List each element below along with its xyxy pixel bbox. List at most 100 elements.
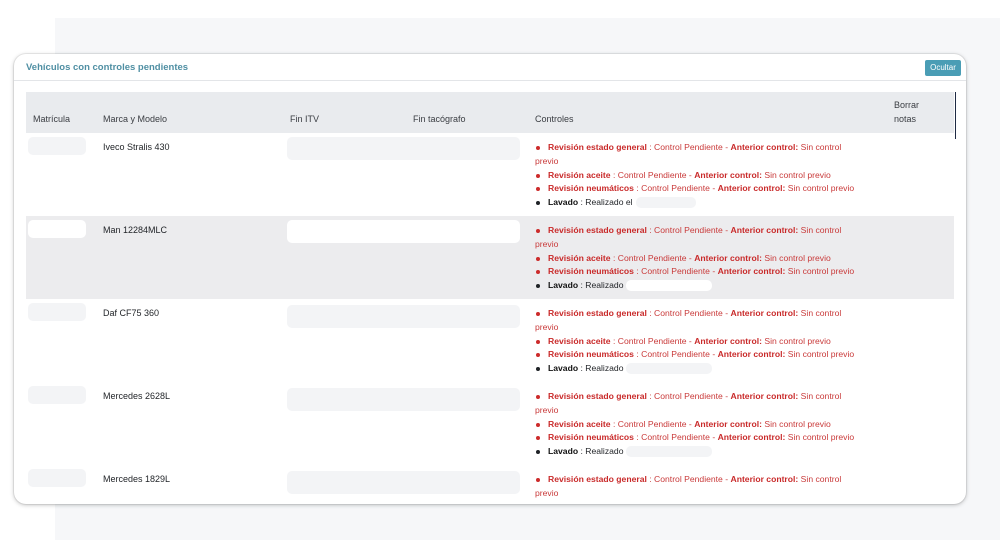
control-item: Revisión estado general : Control Pendie… — [535, 141, 885, 155]
control-wrap-text: previo — [535, 404, 559, 415]
pending-controls-card: Vehículos con controles pendientes Ocult… — [14, 54, 966, 504]
table-row[interactable]: Iveco Stralis 430 Revisión estado genera… — [26, 133, 954, 217]
header-controls[interactable]: Controles — [535, 113, 574, 126]
previous-control-value: Sin control previo — [764, 252, 831, 263]
control-status: : Control Pendiente - — [612, 335, 692, 346]
bullet-icon — [536, 229, 540, 233]
control-label: Revisión neumáticos — [548, 266, 634, 277]
header-delete-notes-line1[interactable]: Borrar — [894, 99, 919, 112]
table-row[interactable]: Daf CF75 360 Revisión estado general : C… — [26, 299, 954, 383]
bullet-icon — [536, 256, 540, 261]
bullet-icon — [536, 422, 540, 427]
bullet-icon — [536, 187, 540, 192]
previous-control-value: Sin control — [800, 391, 842, 401]
wash-label: Lavado — [548, 280, 579, 291]
bullet-icon — [536, 395, 540, 399]
control-status: : Control Pendiente - — [649, 474, 729, 484]
previous-control-label: Anterior control: — [717, 432, 786, 443]
controls-list: Revisión estado general : Control Pendie… — [535, 473, 885, 501]
control-item: Revisión aceite : Control Pendiente - An… — [535, 252, 885, 266]
card-header: Vehículos con controles pendientes Ocult… — [14, 54, 966, 81]
hide-button[interactable]: Ocultar — [925, 60, 961, 76]
scrollbar-thumb[interactable] — [955, 92, 956, 139]
header-delete-notes-line2[interactable]: notas — [894, 113, 916, 126]
control-status: : Control Pendiente - — [612, 418, 692, 429]
control-label: Revisión estado general — [548, 474, 647, 484]
control-label: Revisión neumáticos — [548, 432, 634, 443]
control-item: Revisión estado general : Control Pendie… — [535, 390, 885, 404]
plate-placeholder — [28, 303, 86, 321]
control-item: Revisión neumáticos : Control Pendiente … — [535, 431, 885, 445]
previous-control-value: Sin control — [800, 474, 842, 484]
bullet-icon — [536, 146, 540, 150]
control-item: Revisión aceite : Control Pendiente - An… — [535, 335, 885, 349]
vehicle-model: Daf CF75 360 — [103, 308, 160, 318]
wash-status: : Realizado — [580, 280, 624, 291]
wash-date-placeholder — [626, 446, 713, 458]
control-label: Revisión aceite — [548, 418, 611, 429]
control-status: : Control Pendiente - — [649, 308, 729, 318]
header-plate[interactable]: Matrícula — [33, 113, 70, 126]
control-label: Revisión aceite — [548, 335, 611, 346]
previous-control-label: Anterior control: — [730, 142, 799, 152]
control-item-wash: Lavado : Realizado — [535, 445, 885, 459]
card-title: Vehículos con controles pendientes — [26, 62, 189, 73]
bullet-icon — [536, 436, 540, 441]
previous-control-value: Sin control previo — [764, 418, 831, 429]
vehicle-model: Mercedes 1829L — [103, 474, 171, 484]
control-label: Revisión estado general — [548, 308, 647, 318]
control-label: Revisión neumáticos — [548, 183, 634, 194]
dates-placeholder — [287, 305, 520, 328]
control-wrap-text: previo — [535, 487, 559, 498]
control-item: Revisión aceite : Control Pendiente - An… — [535, 418, 885, 432]
controls-list: Revisión estado general : Control Pendie… — [535, 224, 885, 293]
bullet-icon — [536, 312, 540, 316]
dates-placeholder — [287, 471, 520, 494]
control-status: : Control Pendiente - — [636, 183, 716, 194]
control-status: : Control Pendiente - — [636, 266, 716, 277]
bullet-icon — [536, 201, 540, 206]
previous-control-label: Anterior control: — [717, 349, 786, 360]
control-status: : Control Pendiente - — [649, 225, 729, 235]
previous-control-label: Anterior control: — [730, 391, 799, 401]
control-item: Revisión estado general : Control Pendie… — [535, 307, 885, 321]
dates-placeholder — [287, 220, 520, 243]
plate-placeholder — [28, 386, 86, 404]
plate-placeholder — [28, 220, 86, 238]
control-label: Revisión aceite — [548, 252, 611, 263]
wash-date-placeholder — [635, 197, 696, 209]
dates-placeholder — [287, 137, 520, 160]
control-status: : Control Pendiente - — [612, 169, 692, 180]
control-status: : Control Pendiente - — [649, 142, 729, 152]
control-status: : Control Pendiente - — [649, 391, 729, 401]
control-item: Revisión neumáticos : Control Pendiente … — [535, 348, 885, 362]
header-itv[interactable]: Fin ITV — [290, 113, 319, 126]
previous-control-label: Anterior control: — [694, 335, 762, 346]
bullet-icon — [536, 339, 540, 344]
plate-placeholder — [28, 469, 86, 487]
control-status: : Control Pendiente - — [636, 349, 716, 360]
table-row[interactable]: Mercedes 2628L Revisión estado general :… — [26, 382, 954, 466]
control-status: : Control Pendiente - — [612, 252, 692, 263]
control-item: Revisión estado general : Control Pendie… — [535, 473, 885, 487]
previous-control-label: Anterior control: — [730, 225, 799, 235]
vehicle-model: Man 12284MLC — [103, 225, 168, 235]
control-item: Revisión neumáticos : Control Pendiente … — [535, 182, 885, 196]
previous-control-label: Anterior control: — [694, 418, 762, 429]
control-item-wash: Lavado : Realizado — [535, 362, 885, 376]
control-item: Revisión aceite : Control Pendiente - An… — [535, 169, 885, 183]
wash-status: : Realizado el — [580, 197, 633, 208]
previous-control-value: Sin control previo — [787, 432, 855, 443]
header-model[interactable]: Marca y Modelo — [103, 113, 167, 126]
table-header: Matrícula Marca y Modelo Fin ITV Fin tac… — [26, 92, 954, 133]
previous-control-label: Anterior control: — [717, 183, 786, 194]
table-row[interactable]: Mercedes 1829L Revisión estado general :… — [26, 465, 954, 504]
vehicle-model: Iveco Stralis 430 — [103, 142, 170, 152]
dates-placeholder — [287, 388, 520, 411]
header-tachograph[interactable]: Fin tacógrafo — [413, 113, 466, 126]
bullet-icon — [536, 367, 540, 372]
previous-control-label: Anterior control: — [694, 252, 762, 263]
plate-placeholder — [28, 137, 86, 155]
table-row[interactable]: Man 12284MLC Revisión estado general : C… — [26, 216, 954, 300]
control-label: Revisión estado general — [548, 142, 647, 152]
